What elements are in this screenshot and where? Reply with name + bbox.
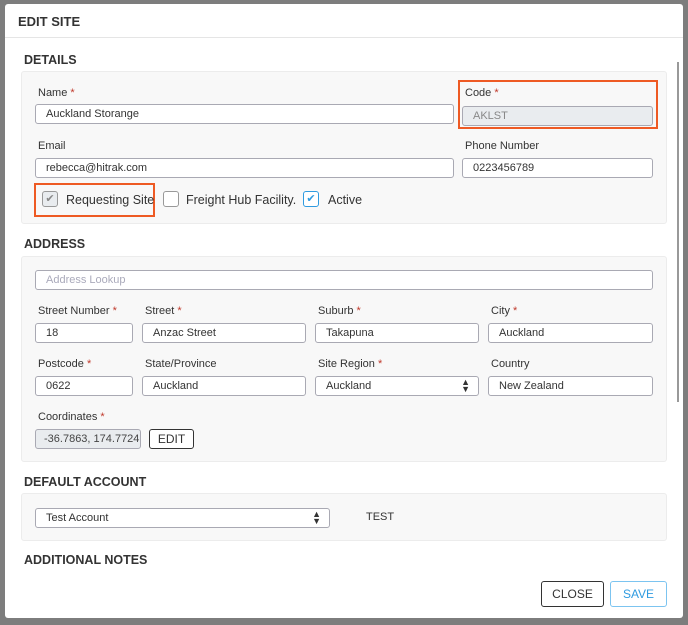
requesting-site-checkbox: ✔ [42,191,58,207]
street-number-label: Street Number * [38,305,117,317]
default-account-heading: DEFAULT ACCOUNT [24,475,147,489]
site-region-select[interactable]: Auckland ▲ ▼ [315,376,479,396]
phone-label: Phone Number [465,140,539,152]
account-code: TEST [366,511,395,523]
address-lookup-input[interactable]: Address Lookup [35,270,653,290]
freight-hub-checkbox[interactable] [163,191,179,207]
phone-input[interactable]: 0223456789 [462,158,653,178]
street-number-input[interactable]: 18 [35,323,133,343]
details-heading: DETAILS [24,53,77,67]
street-label: Street * [145,305,182,317]
postcode-label: Postcode * [38,358,92,370]
suburb-input[interactable]: Takapuna [315,323,479,343]
sort-arrows-icon: ▲ ▼ [461,377,470,394]
modal-title: EDIT SITE [18,14,81,29]
default-account-select[interactable]: Test Account ▲ ▼ [35,508,330,528]
country-label: Country [491,358,530,370]
active-label: Active [328,193,363,207]
state-input[interactable]: Auckland [142,376,306,396]
active-checkbox[interactable]: ✔ [303,191,319,207]
name-label: Name * [38,87,75,99]
coordinates-input: -36.7863, 174.7724 [35,429,141,449]
close-button[interactable]: CLOSE [541,581,604,607]
freight-hub-label: Freight Hub Facility. [186,193,297,207]
suburb-label: Suburb * [318,305,361,317]
sort-arrows-icon: ▲ ▼ [312,509,321,526]
site-region-label: Site Region * [318,358,383,370]
coordinates-label: Coordinates * [38,411,105,423]
state-label: State/Province [145,358,217,370]
city-label: City * [491,305,518,317]
scrollbar[interactable] [677,62,679,402]
address-heading: ADDRESS [24,237,86,251]
email-input[interactable]: rebecca@hitrak.com [35,158,454,178]
edit-coordinates-button[interactable]: EDIT [149,429,194,449]
email-label: Email [38,140,66,152]
postcode-input[interactable]: 0622 [35,376,133,396]
requesting-site-label: Requesting Site [66,193,155,207]
country-input[interactable]: New Zealand [488,376,653,396]
name-input[interactable]: Auckland Storange [35,104,454,124]
save-button[interactable]: SAVE [610,581,667,607]
city-input[interactable]: Auckland [488,323,653,343]
edit-site-modal: EDIT SITE DETAILS Name * Auckland Storan… [5,4,683,618]
code-label: Code * [465,87,499,99]
code-input: AKLST [462,106,653,126]
additional-notes-heading: ADDITIONAL NOTES [24,553,148,567]
street-input[interactable]: Anzac Street [142,323,306,343]
header-divider [5,37,683,38]
